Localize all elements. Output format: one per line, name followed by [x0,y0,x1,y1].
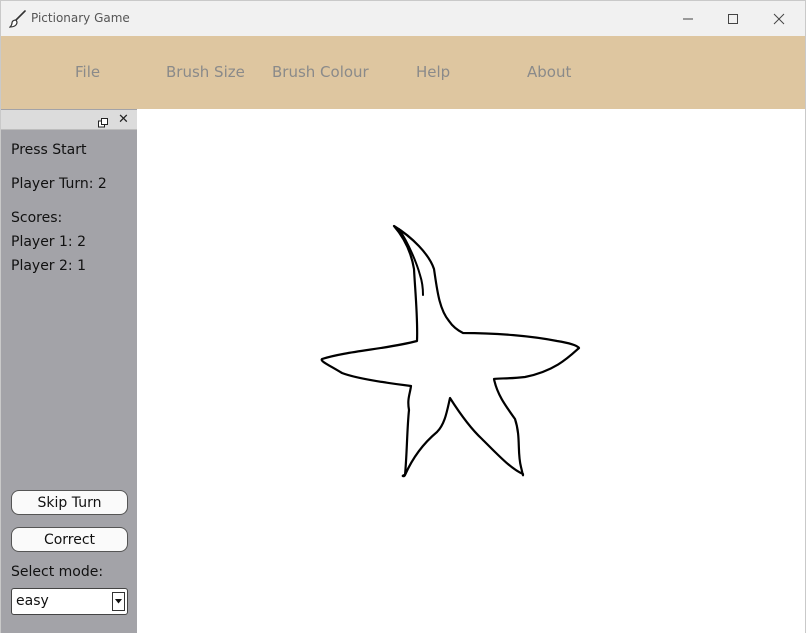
side-panel: ✕ Press Start Player Turn: 2 Scores: Pla… [1,109,137,633]
starfish-sketch [320,224,581,478]
paintbrush-icon [8,10,27,28]
maximize-icon [727,13,739,25]
maximize-button[interactable] [710,1,756,36]
drawing-canvas[interactable] [137,109,805,633]
close-icon [773,13,785,25]
skip-turn-button[interactable]: Skip Turn [11,490,128,515]
minimize-button[interactable] [665,1,711,36]
game-status: Press Start [11,142,87,158]
score-player-1: Player 1: 2 [11,234,86,250]
chevron-down-icon[interactable] [112,592,125,611]
menu-file[interactable]: File [75,63,100,81]
menu-about[interactable]: About [527,63,571,81]
player-turn: Player Turn: 2 [11,176,107,192]
app-window: Pictionary Game File Brush Size Brush Co… [0,0,806,633]
undock-icon[interactable] [97,114,109,128]
menu-bar: File Brush Size Brush Colour Help About [1,36,805,109]
menu-brush-size[interactable]: Brush Size [166,63,245,81]
minimize-icon [682,13,694,25]
panel-close-icon[interactable]: ✕ [118,113,129,127]
score-player-2: Player 2: 1 [11,258,86,274]
mode-label: Select mode: [11,564,104,580]
mode-select-value: easy [16,593,49,609]
window-title: Pictionary Game [31,11,130,25]
menu-brush-colour[interactable]: Brush Colour [272,63,369,81]
scores-label: Scores: [11,210,63,226]
title-bar[interactable]: Pictionary Game [1,1,805,36]
mode-select[interactable]: easy [11,588,128,615]
close-window-button[interactable] [756,1,802,36]
correct-button[interactable]: Correct [11,527,128,552]
panel-header[interactable]: ✕ [1,110,137,130]
menu-help[interactable]: Help [416,63,450,81]
